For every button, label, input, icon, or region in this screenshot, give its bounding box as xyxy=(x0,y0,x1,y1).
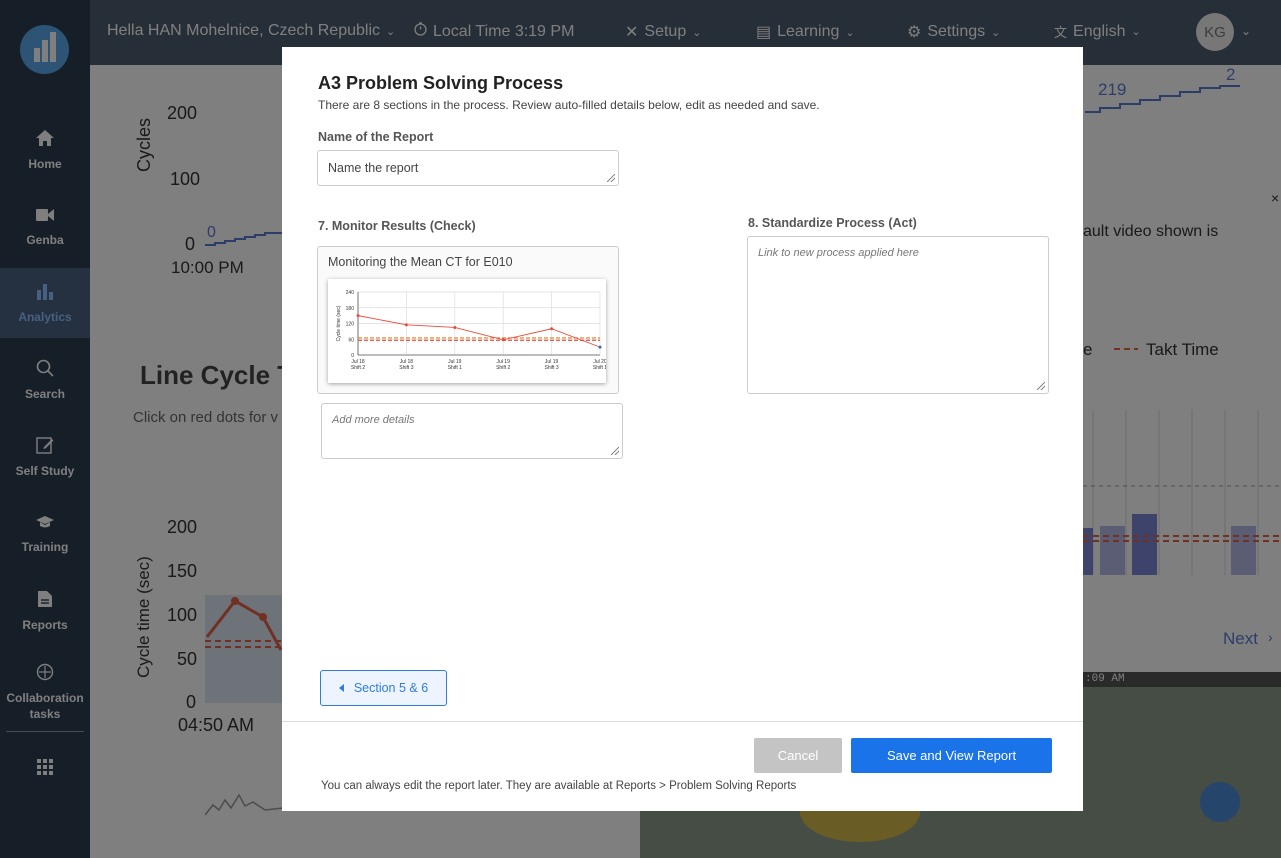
x-tick-label: Shift 3 xyxy=(545,365,559,371)
previous-section-label: Section 5 & 6 xyxy=(353,681,429,695)
mean-ct-chart[interactable]: 240 180 120 60 0 Jul 18 Shift 2 Jul 18 Shift 3 Ju… xyxy=(328,279,607,383)
x-tick-label: Shift 3 xyxy=(399,365,413,371)
data-point xyxy=(550,327,554,331)
x-tick-label: Shift 1 xyxy=(448,365,462,371)
y-axis-label: Cycle time (sec) xyxy=(336,305,342,341)
x-tick-label: Shift 2 xyxy=(351,365,365,371)
save-button-label: Save and View Report xyxy=(886,748,1017,763)
report-name-label: Name of the Report xyxy=(318,130,434,144)
cancel-button-label: Cancel xyxy=(777,748,819,763)
modal-title: A3 Problem Solving Process xyxy=(318,73,564,93)
y-tick-label: 60 xyxy=(348,337,354,343)
series-line xyxy=(357,315,601,348)
cancel-button[interactable]: Cancel xyxy=(754,738,842,773)
x-tick-label: Shift 2 xyxy=(496,365,510,371)
modal-footnote: You can always edit the report later. Th… xyxy=(321,780,797,792)
x-tick-label: Shift 1 xyxy=(593,365,606,371)
section-8-placeholder: Link to new process applied here xyxy=(758,247,919,259)
y-tick-label: 240 xyxy=(346,290,355,296)
data-point xyxy=(404,323,408,327)
save-and-view-report-button[interactable]: Save and View Report xyxy=(851,738,1052,773)
data-point xyxy=(598,345,602,349)
previous-section-button[interactable]: Section 5 & 6 xyxy=(320,670,447,706)
report-name-input[interactable]: Name the report xyxy=(317,150,619,186)
section-8-textarea[interactable]: Link to new process applied here xyxy=(747,236,1049,394)
y-tick-label: 120 xyxy=(346,322,355,328)
section-7-label: 7. Monitor Results (Check) xyxy=(318,219,476,233)
section-7-details-placeholder: Add more details xyxy=(332,414,415,426)
data-point xyxy=(356,314,360,318)
caret-left-icon xyxy=(338,684,344,692)
data-point xyxy=(501,338,505,342)
mean-ct-chart-svg: 240180120600Jul 18Shift 2Jul 18Shift 3Ju… xyxy=(336,290,607,371)
resize-handle-icon[interactable] xyxy=(607,174,615,182)
a3-problem-solving-modal: A3 Problem Solving Process There are 8 s… xyxy=(282,47,1083,811)
section-7-chart-title: Monitoring the Mean CT for E010 xyxy=(328,255,513,269)
modal-footer: Cancel Save and View Report You can alwa… xyxy=(282,721,1083,811)
modal-subtitle: There are 8 sections in the process. Rev… xyxy=(318,98,820,112)
resize-handle-icon[interactable] xyxy=(1037,382,1045,390)
section-7-details-textarea[interactable]: Add more details xyxy=(321,403,623,459)
report-name-placeholder: Name the report xyxy=(328,161,419,175)
section-7-chart-card: Monitoring the Mean CT for E010 240 180 12… xyxy=(317,246,619,394)
y-tick-label: 180 xyxy=(346,306,355,312)
resize-handle-icon[interactable] xyxy=(611,447,619,455)
section-8-label: 8. Standardize Process (Act) xyxy=(748,216,917,230)
data-point xyxy=(453,325,457,329)
